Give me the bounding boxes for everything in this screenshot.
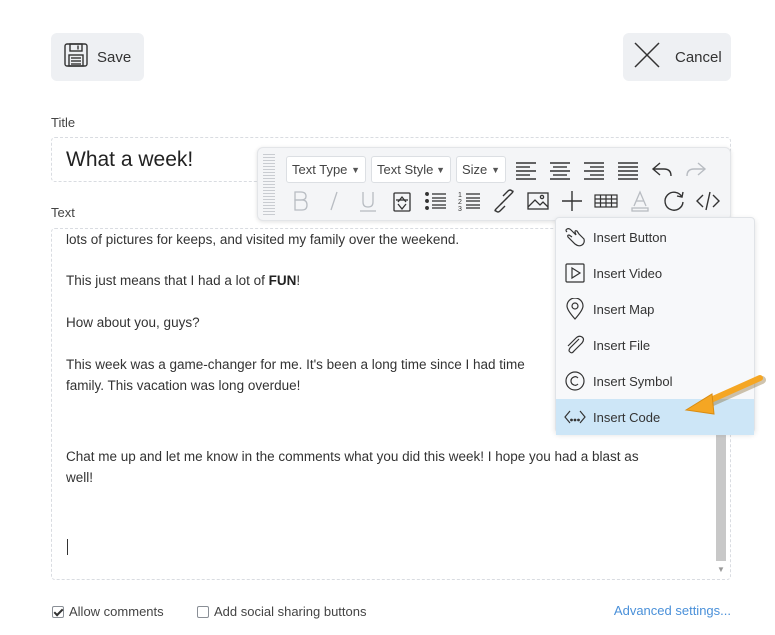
align-center-icon[interactable] (546, 156, 574, 184)
svg-text:2: 2 (458, 199, 462, 206)
numbered-list-icon[interactable]: 123 (456, 187, 484, 215)
chevron-down-icon: ▼ (491, 165, 500, 175)
checkbox-unchecked-icon[interactable] (197, 605, 209, 618)
text-label: Text (51, 205, 75, 220)
save-button[interactable]: Save (51, 33, 144, 81)
title-label: Title (51, 115, 76, 130)
clear-format-icon[interactable] (388, 187, 416, 215)
underline-icon[interactable] (354, 187, 382, 215)
align-right-icon[interactable] (580, 156, 608, 184)
save-label: Save (97, 48, 132, 66)
bold-text: FUN (268, 273, 297, 288)
checkbox-checked-icon[interactable] (52, 605, 64, 618)
advanced-settings-link[interactable]: Advanced settings... (614, 603, 731, 618)
undo-icon[interactable] (648, 156, 676, 184)
social-sharing-checkbox[interactable]: Add social sharing buttons (197, 604, 366, 619)
video-play-icon (564, 262, 586, 284)
svg-text:1: 1 (458, 192, 462, 199)
paperclip-icon (564, 334, 586, 356)
menu-item-label: Insert File (593, 337, 651, 353)
floppy-disk-icon (63, 42, 89, 72)
table-icon[interactable] (592, 187, 620, 215)
size-dropdown[interactable]: Size ▼ (456, 156, 506, 183)
align-left-icon[interactable] (512, 156, 540, 184)
text-style-label: Text Style (377, 162, 434, 177)
code-icon[interactable] (694, 187, 722, 215)
menu-item-insert-button[interactable]: Insert Button (556, 219, 754, 255)
chevron-down-icon: ▼ (436, 165, 445, 175)
size-label: Size (462, 162, 488, 177)
plus-icon[interactable] (558, 187, 586, 215)
map-pin-icon (564, 298, 586, 320)
text-type-label: Text Type (292, 162, 348, 177)
scroll-down-arrow-icon[interactable]: ▼ (716, 565, 726, 575)
chevron-down-icon: ▼ (351, 165, 360, 175)
code-brackets-icon (564, 406, 586, 428)
text-cursor (67, 539, 68, 555)
text-run: This just means that I had a lot of (66, 273, 269, 288)
cancel-label: Cancel (675, 48, 722, 66)
menu-item-insert-video[interactable]: Insert Video (556, 255, 754, 291)
text-type-dropdown[interactable]: Text Type ▼ (286, 156, 366, 183)
social-sharing-label: Add social sharing buttons (214, 604, 367, 619)
menu-item-label: Insert Symbol (593, 373, 673, 389)
text-style-dropdown[interactable]: Text Style ▼ (371, 156, 451, 183)
formatting-toolbar: Text Type ▼ Text Style ▼ Size ▼ 1 2 3 (257, 147, 731, 221)
allow-comments-label: Allow comments (69, 604, 164, 619)
menu-item-insert-map[interactable]: Insert Map (556, 291, 754, 327)
image-icon[interactable] (524, 187, 552, 215)
editor-paragraph: Chat me up and let me know in the commen… (66, 449, 639, 464)
text-run: ! (296, 273, 301, 288)
copyright-symbol-icon (564, 370, 586, 392)
close-icon (633, 41, 661, 73)
bold-icon[interactable] (286, 187, 314, 215)
menu-item-label: Insert Map (593, 301, 655, 317)
link-icon[interactable] (490, 187, 518, 215)
menu-item-label: Insert Code (593, 409, 661, 425)
italic-icon[interactable] (320, 187, 348, 215)
cancel-button[interactable]: Cancel (623, 33, 731, 81)
align-justify-icon[interactable] (614, 156, 642, 184)
toolbar-drag-handle[interactable] (263, 154, 275, 216)
hand-pointer-icon (564, 226, 586, 248)
font-color-icon[interactable] (626, 187, 654, 215)
menu-item-insert-file[interactable]: Insert File (556, 327, 754, 363)
redo-icon[interactable] (682, 156, 710, 184)
svg-text:3: 3 (458, 206, 462, 213)
menu-item-label: Insert Button (593, 229, 667, 245)
allow-comments-checkbox[interactable]: Allow comments (52, 604, 164, 619)
editor-paragraph: well! (66, 470, 94, 485)
menu-item-label: Insert Video (593, 265, 663, 281)
bullet-list-icon[interactable] (422, 187, 450, 215)
refresh-icon[interactable] (660, 187, 688, 215)
annotation-arrow-icon (684, 375, 766, 415)
